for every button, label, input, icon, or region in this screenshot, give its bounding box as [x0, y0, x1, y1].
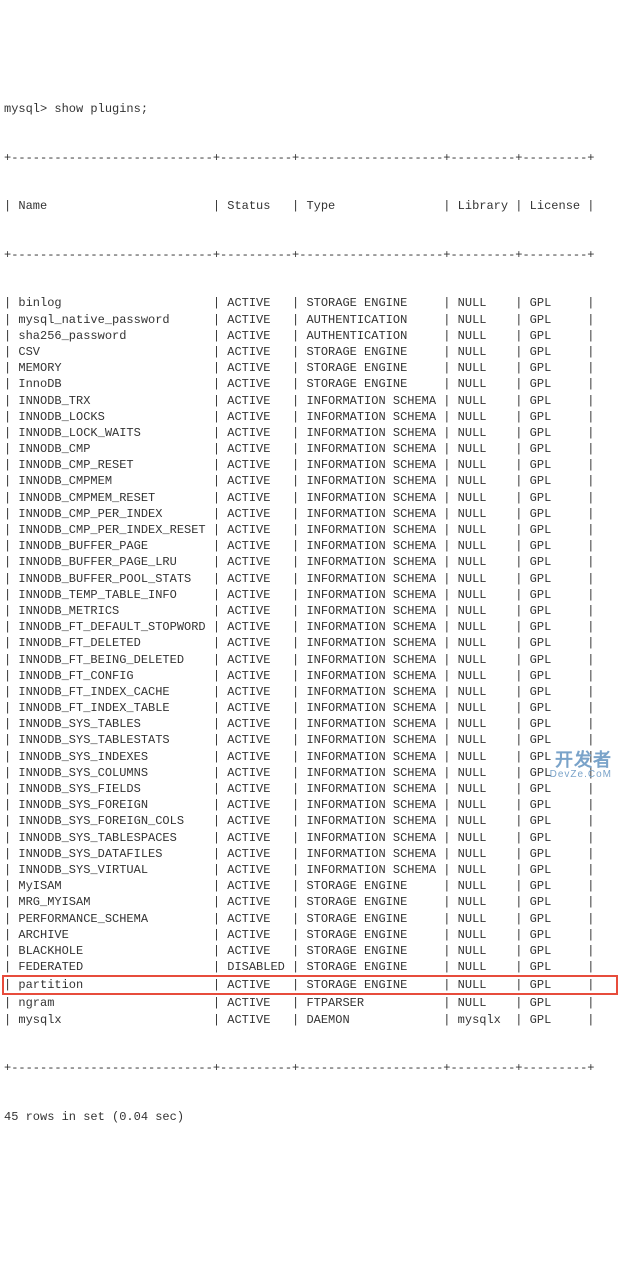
table-row: | sha256_password | ACTIVE | AUTHENTICAT…	[4, 328, 616, 344]
table-row: | INNODB_SYS_TABLESTATS | ACTIVE | INFOR…	[4, 732, 616, 748]
table-row: | FEDERATED | DISABLED | STORAGE ENGINE …	[4, 959, 616, 975]
table-row: | MRG_MYISAM | ACTIVE | STORAGE ENGINE |…	[4, 894, 616, 910]
table-row: | INNODB_SYS_TABLES | ACTIVE | INFORMATI…	[4, 716, 616, 732]
footer-line: 45 rows in set (0.04 sec)	[4, 1109, 616, 1125]
table-row: | INNODB_CMP_RESET | ACTIVE | INFORMATIO…	[4, 457, 616, 473]
table-row: | BLACKHOLE | ACTIVE | STORAGE ENGINE | …	[4, 943, 616, 959]
table-header-row: | Name | Status | Type | Library | Licen…	[4, 198, 616, 214]
prompt-line: mysql> show plugins;	[4, 101, 616, 117]
table-row: | INNODB_CMPMEM_RESET | ACTIVE | INFORMA…	[4, 490, 616, 506]
table-row: | MEMORY | ACTIVE | STORAGE ENGINE | NUL…	[4, 360, 616, 376]
table-row: | INNODB_SYS_DATAFILES | ACTIVE | INFORM…	[4, 846, 616, 862]
table-body: | binlog | ACTIVE | STORAGE ENGINE | NUL…	[4, 295, 616, 1027]
table-row: | INNODB_SYS_FOREIGN_COLS | ACTIVE | INF…	[4, 813, 616, 829]
table-row: | INNODB_SYS_FOREIGN | ACTIVE | INFORMAT…	[4, 797, 616, 813]
table-row: | PERFORMANCE_SCHEMA | ACTIVE | STORAGE …	[4, 911, 616, 927]
table-row: | INNODB_SYS_FIELDS | ACTIVE | INFORMATI…	[4, 781, 616, 797]
table-row: | InnoDB | ACTIVE | STORAGE ENGINE | NUL…	[4, 376, 616, 392]
table-row: | INNODB_CMP_PER_INDEX | ACTIVE | INFORM…	[4, 506, 616, 522]
table-row: | INNODB_FT_INDEX_CACHE | ACTIVE | INFOR…	[4, 684, 616, 700]
table-row: | INNODB_TRX | ACTIVE | INFORMATION SCHE…	[4, 393, 616, 409]
table-row: | INNODB_FT_BEING_DELETED | ACTIVE | INF…	[4, 652, 616, 668]
table-row: | INNODB_BUFFER_PAGE_LRU | ACTIVE | INFO…	[4, 554, 616, 570]
table-row: | ngram | ACTIVE | FTPARSER | NULL | GPL…	[4, 995, 616, 1011]
table-separator-top: +----------------------------+----------…	[4, 150, 616, 166]
table-row: | INNODB_TEMP_TABLE_INFO | ACTIVE | INFO…	[4, 587, 616, 603]
table-separator-bottom: +----------------------------+----------…	[4, 1060, 616, 1076]
table-row: | INNODB_FT_INDEX_TABLE | ACTIVE | INFOR…	[4, 700, 616, 716]
table-row: | INNODB_METRICS | ACTIVE | INFORMATION …	[4, 603, 616, 619]
table-row: | INNODB_SYS_VIRTUAL | ACTIVE | INFORMAT…	[4, 862, 616, 878]
table-row: | INNODB_SYS_INDEXES | ACTIVE | INFORMAT…	[4, 749, 616, 765]
watermark-sub: DevZe.CoM	[550, 768, 612, 782]
table-row: | INNODB_LOCKS | ACTIVE | INFORMATION SC…	[4, 409, 616, 425]
table-row: | INNODB_CMP | ACTIVE | INFORMATION SCHE…	[4, 441, 616, 457]
table-row: | partition | ACTIVE | STORAGE ENGINE | …	[2, 975, 618, 995]
table-row: | INNODB_FT_DELETED | ACTIVE | INFORMATI…	[4, 635, 616, 651]
table-row: | INNODB_FT_CONFIG | ACTIVE | INFORMATIO…	[4, 668, 616, 684]
table-row: | binlog | ACTIVE | STORAGE ENGINE | NUL…	[4, 295, 616, 311]
table-row: | MyISAM | ACTIVE | STORAGE ENGINE | NUL…	[4, 878, 616, 894]
table-row: | INNODB_LOCK_WAITS | ACTIVE | INFORMATI…	[4, 425, 616, 441]
table-row: | INNODB_SYS_COLUMNS | ACTIVE | INFORMAT…	[4, 765, 616, 781]
table-row: | INNODB_CMPMEM | ACTIVE | INFORMATION S…	[4, 473, 616, 489]
table-row: | INNODB_SYS_TABLESPACES | ACTIVE | INFO…	[4, 830, 616, 846]
table-row: | INNODB_FT_DEFAULT_STOPWORD | ACTIVE | …	[4, 619, 616, 635]
table-row: | mysqlx | ACTIVE | DAEMON | mysqlx | GP…	[4, 1012, 616, 1028]
table-row: | CSV | ACTIVE | STORAGE ENGINE | NULL |…	[4, 344, 616, 360]
table-separator-mid: +----------------------------+----------…	[4, 247, 616, 263]
table-row: | mysql_native_password | ACTIVE | AUTHE…	[4, 312, 616, 328]
table-row: | INNODB_CMP_PER_INDEX_RESET | ACTIVE | …	[4, 522, 616, 538]
table-row: | INNODB_BUFFER_PAGE | ACTIVE | INFORMAT…	[4, 538, 616, 554]
table-row: | INNODB_BUFFER_POOL_STATS | ACTIVE | IN…	[4, 571, 616, 587]
table-row: | ARCHIVE | ACTIVE | STORAGE ENGINE | NU…	[4, 927, 616, 943]
mysql-terminal-output: mysql> show plugins; +------------------…	[4, 69, 616, 1141]
